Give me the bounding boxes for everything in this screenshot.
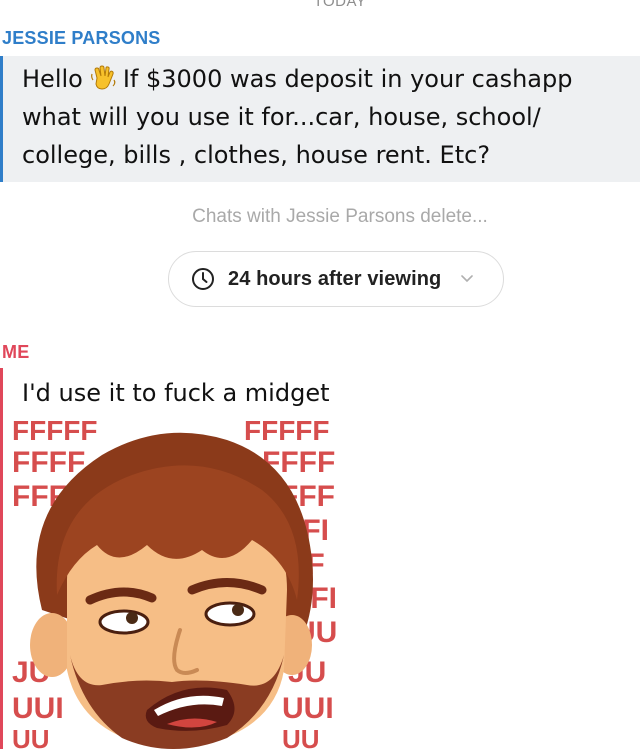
eye-right [204,601,256,627]
sticker-letters: FFFFF [244,420,330,446]
sender-accent-bar-them [0,56,3,182]
sticker-letters: FFFF [12,446,85,479]
pupil-right [232,604,244,616]
message-line-1-start: Hello [22,65,83,93]
eye-left [98,609,150,635]
message-text-them: Hello If $3000 was deposit in your casha… [22,60,640,174]
bitmoji-sticker[interactable]: FFFFF FFFFF FFFF FFFF FFF FFF FFI FF FFI… [12,420,342,749]
message-line-1-end: If $3000 was deposit in your cashapp [122,65,573,93]
sticker-letters: UUI [12,692,64,725]
day-separator: TODAY [313,0,367,10]
timer-label: 24 hours after viewing [228,267,442,290]
sender-accent-bar-me [0,368,3,749]
sticker-letters: UUI [282,692,334,725]
sender-name-them: JESSIE PARSONS [2,28,161,48]
message-text-me: I'd use it to fuck a midget [22,379,330,407]
sticker-letters: UU [12,724,50,749]
delete-notice: Chats with Jessie Parsons delete... [192,206,488,227]
clock-icon [192,268,214,290]
message-line-1: Hello If $3000 was deposit in your casha… [22,60,640,98]
sender-name-me: ME [2,342,30,362]
pupil-left [126,612,138,624]
chevron-down-icon [461,275,474,283]
sticker-letters: UU [282,724,320,749]
timer-dropdown-button[interactable]: 24 hours after viewing [168,251,504,307]
waving-hand-icon [90,65,116,90]
message-line-3: college, bills , clothes, house rent. Et… [22,141,491,169]
sticker-letters: FFFFF [12,420,98,446]
message-line-2: what will you use it for...car, house, s… [22,103,541,131]
